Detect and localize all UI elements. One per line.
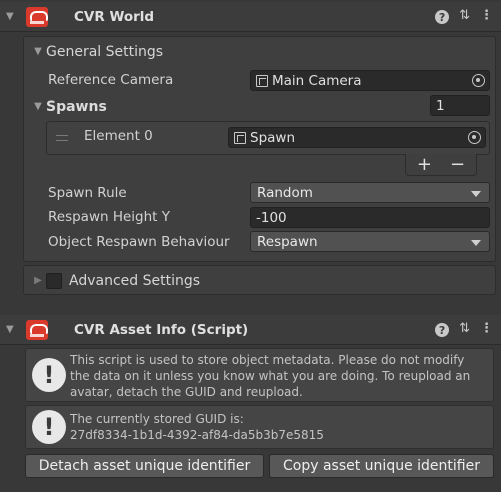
help-icon[interactable]: ? [435,323,450,337]
advanced-settings-foldout[interactable]: ▶ Advanced Settings [30,268,490,293]
collapse-arrow-icon[interactable]: ▼ [6,324,20,335]
expand-arrow-icon[interactable]: ▶ [30,275,46,286]
collapse-arrow-icon[interactable]: ▼ [30,101,46,112]
gameobject-icon [234,131,246,144]
spawn-rule-value: Random [257,184,313,201]
object-respawn-dropdown[interactable]: Respawn [250,231,490,252]
reference-camera-field[interactable]: Main Camera [250,70,490,91]
spawns-count-field[interactable]: 1 [430,95,490,116]
gameobject-icon [256,74,268,87]
info-message: This script is used to store object meta… [70,353,471,399]
cvr-logo-icon [26,319,48,340]
dropdown-arrow-icon [471,240,481,246]
guid-helpbox: ! The currently stored GUID is: 27df8334… [25,405,494,449]
spawn-element-field[interactable]: Spawn [228,127,486,148]
object-respawn-value: Respawn [257,233,318,250]
dropdown-arrow-icon [471,191,481,197]
spawns-foldout[interactable]: ▼ Spawns [30,94,230,119]
component-title: CVR Asset Info (Script) [74,321,249,338]
spawn-rule-dropdown[interactable]: Random [250,182,490,203]
preset-sliders-icon[interactable]: ⇅ [459,8,470,24]
collapse-arrow-icon[interactable]: ▼ [30,46,46,57]
preset-sliders-icon[interactable]: ⇅ [459,321,470,337]
general-settings-foldout[interactable]: ▼ General Settings [30,39,490,64]
list-add-remove-bar: + − [405,154,477,176]
respawn-height-label: Respawn Height Y [48,209,171,225]
reference-camera-value: Main Camera [272,72,362,89]
respawn-height-field[interactable]: -100 [250,207,490,228]
object-respawn-label: Object Respawn Behaviour [48,234,230,250]
spawns-count-value: 1 [436,97,445,114]
remove-element-button[interactable]: − [450,154,465,175]
add-element-button[interactable]: + [417,154,432,175]
guid-label: The currently stored GUID is: [70,412,244,426]
general-settings-label: General Settings [46,43,164,60]
more-menu-icon[interactable]: ⋮ [480,8,493,24]
respawn-height-value: -100 [256,209,287,226]
spawns-label: Spawns [46,98,107,115]
guid-value: 27df8334-1b1d-4392-af84-da5b3b7e5815 [70,428,324,442]
advanced-settings-label: Advanced Settings [69,272,201,289]
collapse-arrow-icon[interactable]: ▼ [6,11,20,22]
cvr-logo-icon [26,6,48,27]
object-picker-icon[interactable] [468,131,481,144]
list-item-label: Element 0 [84,128,153,144]
asset-info-header[interactable]: ▼ CVR Asset Info (Script) ? ⇅ ⋮ [0,315,501,345]
info-helpbox: ! This script is used to store object me… [25,348,494,402]
drag-handle-icon[interactable] [56,135,68,141]
more-menu-icon[interactable]: ⋮ [480,321,493,337]
cvr-world-header[interactable]: ▼ CVR World ? ⇅ ⋮ [0,2,501,32]
advanced-settings-checkbox[interactable] [46,272,62,289]
info-icon: ! [32,410,66,444]
info-icon: ! [32,358,66,392]
spawn-rule-label: Spawn Rule [48,185,127,201]
detach-guid-button[interactable]: Detach asset unique identifier [25,454,264,478]
reference-camera-label: Reference Camera [48,72,174,88]
help-icon[interactable]: ? [435,10,450,24]
component-title: CVR World [74,8,155,25]
object-picker-icon[interactable] [472,74,485,87]
spawn-element-value: Spawn [250,129,296,146]
copy-guid-button[interactable]: Copy asset unique identifier [269,454,494,478]
